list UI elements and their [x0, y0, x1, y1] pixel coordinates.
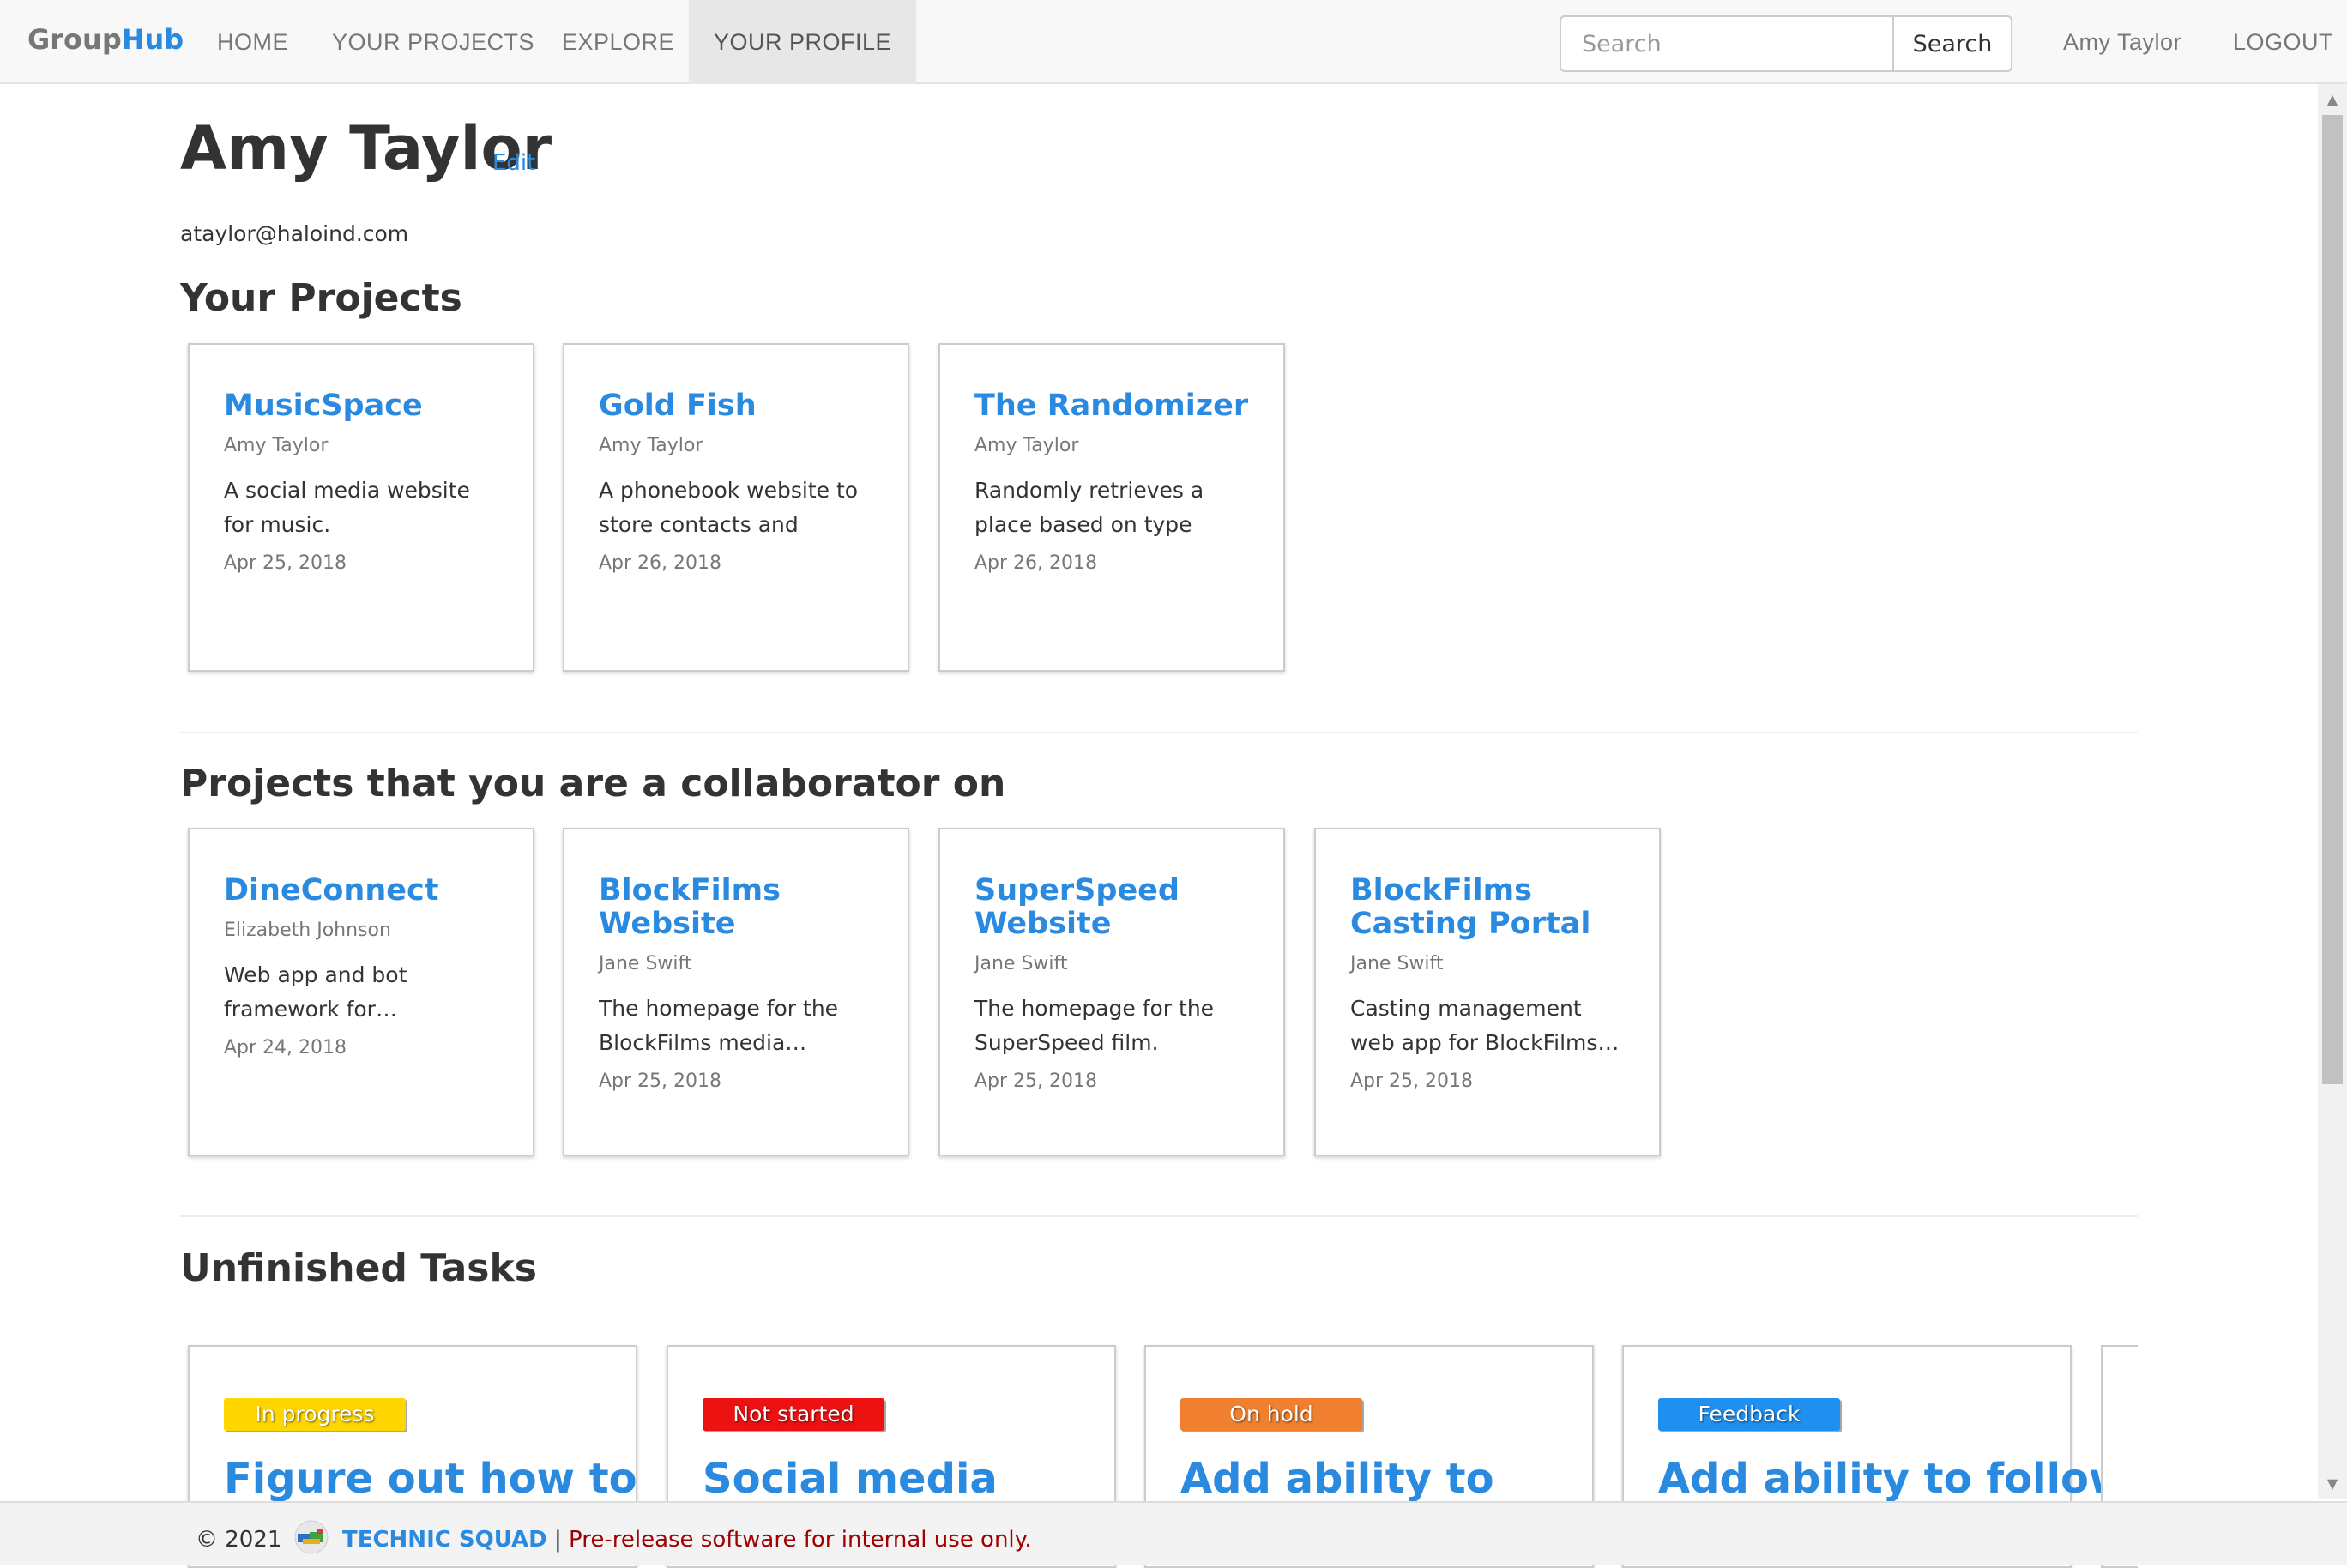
project-owner: Elizabeth Johnson — [224, 920, 391, 941]
unfinished-tasks-heading: Unfinished Tasks — [180, 1246, 537, 1290]
section-divider — [180, 732, 2138, 733]
project-date: Apr 26, 2018 — [974, 552, 1098, 574]
task-status-badge: Feedback — [1658, 1398, 1840, 1431]
scrollbar[interactable]: ▲ ▼ — [2318, 84, 2347, 1499]
your-projects-heading: Your Projects — [180, 276, 462, 320]
footer-team-name: TECHNIC SQUAD — [341, 1527, 547, 1553]
task-status-badge: In progress — [224, 1398, 406, 1431]
search-input[interactable] — [1560, 15, 1894, 72]
brand-part-hub: Hub — [121, 23, 184, 56]
project-owner: Jane Swift — [974, 953, 1068, 974]
project-owner: Jane Swift — [1350, 953, 1444, 974]
project-title[interactable]: The Randomizer — [974, 389, 1249, 423]
nav-logout[interactable]: LOGOUT — [2233, 0, 2333, 84]
collaborator-projects-heading: Projects that you are a collaborator on — [180, 762, 1006, 805]
project-description: The homepage for the SuperSpeed film. — [974, 996, 1215, 1055]
project-owner: Jane Swift — [599, 953, 692, 974]
navbar: GroupHub HOME YOUR PROJECTS EXPLORE YOUR… — [0, 0, 2347, 84]
project-date: Apr 25, 2018 — [1350, 1070, 1474, 1092]
project-date: Apr 25, 2018 — [974, 1070, 1098, 1092]
project-owner: Amy Taylor — [224, 435, 329, 456]
footer-content: © 2021 TECHNIC SQUAD | Pre-release softw… — [196, 1520, 1032, 1560]
project-card[interactable]: DineConnect Elizabeth Johnson Web app an… — [188, 828, 534, 1156]
task-title[interactable]: Add ability to — [1180, 1455, 1558, 1503]
project-card[interactable]: Gold Fish Amy Taylor A phonebook website… — [563, 343, 909, 672]
footer-separator: | — [553, 1527, 562, 1553]
project-title[interactable]: BlockFilms Website — [599, 874, 873, 941]
project-description: Web app and bot framework for… — [224, 962, 407, 1022]
project-card[interactable]: BlockFilms Website Jane Swift The homepa… — [563, 828, 909, 1156]
task-status-badge: Not started — [703, 1398, 884, 1431]
project-title[interactable]: BlockFilms Casting Portal — [1350, 874, 1625, 941]
task-title[interactable]: Add ability to follow — [1658, 1455, 2127, 1503]
project-card[interactable]: MusicSpace Amy Taylor A social media web… — [188, 343, 534, 672]
nav-home[interactable]: HOME — [217, 0, 288, 84]
profile-email: ataylor@haloind.com — [180, 221, 409, 246]
nav-user-name[interactable]: Amy Taylor — [2063, 0, 2181, 84]
footer: © 2021 TECHNIC SQUAD | Pre-release softw… — [0, 1501, 2347, 1565]
task-title[interactable]: Social media — [703, 1455, 1080, 1503]
nav-your-profile[interactable]: YOUR PROFILE — [689, 0, 917, 84]
project-title[interactable]: Gold Fish — [599, 389, 873, 423]
project-card[interactable]: The Randomizer Amy Taylor Randomly retri… — [938, 343, 1285, 672]
brand-logo[interactable]: GroupHub — [27, 23, 184, 56]
project-title[interactable]: DineConnect — [224, 874, 498, 908]
project-date: Apr 25, 2018 — [599, 1070, 722, 1092]
technic-squad-logo-icon — [293, 1520, 330, 1560]
project-card[interactable]: BlockFilms Casting Portal Jane Swift Cas… — [1314, 828, 1661, 1156]
scroll-up-arrow-icon[interactable]: ▲ — [2318, 87, 2347, 112]
project-description: A phonebook website to store contacts an… — [599, 478, 859, 537]
project-date: Apr 26, 2018 — [599, 552, 722, 574]
project-description: Casting management web app for BlockFilm… — [1350, 996, 1620, 1055]
footer-notice: Pre-release software for internal use on… — [569, 1527, 1032, 1553]
task-title[interactable]: Figure out how to — [224, 1455, 637, 1503]
section-divider — [180, 1215, 2138, 1217]
scrollbar-thumb[interactable] — [2322, 115, 2343, 1084]
project-owner: Amy Taylor — [974, 435, 1079, 456]
nav-your-projects[interactable]: YOUR PROJECTS — [332, 0, 534, 84]
project-date: Apr 24, 2018 — [224, 1037, 347, 1058]
search-button[interactable]: Search — [1892, 15, 2012, 72]
project-title[interactable]: SuperSpeed Website — [974, 874, 1249, 941]
project-description: The homepage for the BlockFilms media… — [599, 996, 839, 1055]
project-owner: Amy Taylor — [599, 435, 703, 456]
nav-explore[interactable]: EXPLORE — [562, 0, 674, 84]
project-card[interactable]: SuperSpeed Website Jane Swift The homepa… — [938, 828, 1285, 1156]
scroll-down-arrow-icon[interactable]: ▼ — [2318, 1472, 2347, 1496]
project-description: A social media website for music. — [224, 478, 470, 537]
task-status-badge: On hold — [1180, 1398, 1362, 1431]
footer-copyright: © 2021 — [196, 1527, 282, 1553]
project-title[interactable]: MusicSpace — [224, 389, 498, 423]
edit-profile-link[interactable]: Edit — [492, 150, 535, 176]
brand-part-group: Group — [27, 23, 122, 56]
project-date: Apr 25, 2018 — [224, 552, 347, 574]
project-description: Randomly retrieves a place based on type… — [974, 478, 1204, 537]
